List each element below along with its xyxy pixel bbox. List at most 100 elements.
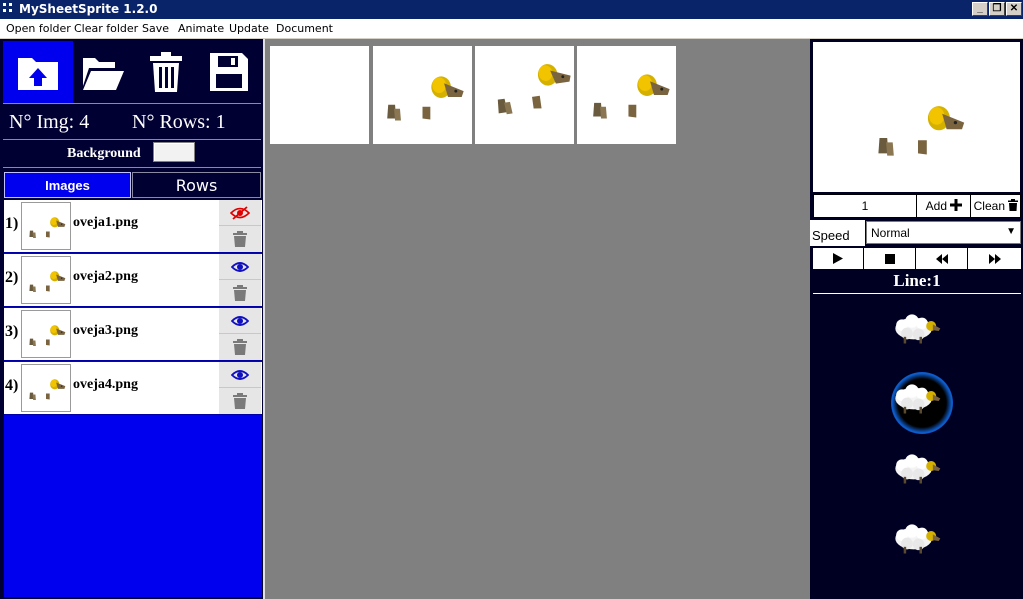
next-button[interactable]: [969, 248, 1020, 269]
upload-button[interactable]: [3, 41, 73, 103]
frame-controls: 1 Add Clean: [813, 194, 1021, 218]
left-panel: N° Img: 4 N° Rows: 1 Background Images R…: [0, 39, 265, 599]
menu-clear-folder[interactable]: Clear folder: [74, 22, 138, 35]
list-item[interactable]: 3) oveja3.png: [4, 308, 262, 361]
stop-button[interactable]: [865, 248, 916, 269]
plus-icon: [950, 199, 963, 211]
list-item[interactable]: 2) oveja2.png: [4, 254, 262, 307]
eye-icon: [231, 369, 249, 380]
item-thumbnail: [21, 202, 71, 250]
speed-row: Speed Normal ▼: [810, 220, 1023, 246]
divider: [3, 167, 261, 168]
add-label: Add: [925, 199, 947, 213]
title-bar: MySheetSprite 1.2.0 _ ❐ ✕: [0, 0, 1023, 19]
trash-icon: [233, 231, 247, 247]
restore-button[interactable]: ❐: [989, 2, 1005, 16]
sprite-sheet-canvas[interactable]: [265, 39, 810, 599]
line-label: Line:1: [893, 271, 941, 290]
add-button[interactable]: Add: [918, 195, 971, 217]
background-color-picker[interactable]: [153, 142, 195, 162]
close-button[interactable]: ✕: [1006, 2, 1022, 16]
visibility-toggle[interactable]: [219, 362, 261, 388]
eye-icon: [231, 315, 249, 326]
item-actions: [219, 308, 261, 360]
tab-rows[interactable]: Rows: [132, 172, 261, 198]
trash-icon: [233, 393, 247, 409]
sheet-frame[interactable]: [475, 46, 574, 144]
sheet-frame[interactable]: [373, 46, 472, 144]
speed-label: Speed: [810, 220, 865, 246]
row-count: N° Rows: 1: [132, 111, 226, 133]
eye-icon: [231, 261, 249, 272]
item-filename: oveja4.png: [73, 377, 138, 392]
visibility-toggle[interactable]: [219, 200, 261, 226]
clean-button[interactable]: Clean: [972, 195, 1020, 217]
animation-option-3[interactable]: [892, 450, 942, 487]
trash-icon: [150, 52, 182, 92]
divider: [813, 293, 1021, 294]
item-number: 4): [5, 377, 19, 394]
item-thumbnail: [21, 364, 71, 412]
menu-open-folder[interactable]: Open folder: [6, 22, 71, 35]
menu-save[interactable]: Save: [142, 22, 169, 35]
item-thumbnail: [21, 256, 71, 304]
item-number: 1): [5, 215, 19, 232]
divider: [3, 139, 261, 140]
image-count: N° Img: 4: [9, 111, 90, 133]
eye-hidden-icon: [230, 205, 250, 220]
item-actions: [219, 254, 261, 306]
right-panel: 1 Add Clean Speed Normal ▼ Line:1: [810, 39, 1023, 599]
window-title: MySheetSprite 1.2.0: [19, 2, 158, 16]
frame-number-field[interactable]: 1: [814, 195, 917, 217]
open-folder-icon: [83, 58, 124, 90]
list-item[interactable]: 4) oveja4.png: [4, 362, 262, 415]
trash-icon: [233, 285, 247, 301]
list-item[interactable]: 1) oveja1.png: [4, 200, 262, 253]
menu-update[interactable]: Update: [229, 22, 269, 35]
animation-option-4[interactable]: [892, 520, 942, 557]
visibility-toggle[interactable]: [219, 254, 261, 280]
menu-bar: Open folder Clear folder Save Animate Up…: [0, 19, 1023, 39]
animation-option-2[interactable]: [892, 380, 942, 417]
floppy-disk-icon: [210, 53, 248, 91]
tab-images[interactable]: Images: [4, 172, 131, 198]
item-filename: oveja3.png: [73, 323, 138, 338]
trash-icon: [1008, 199, 1019, 211]
trash-icon: [233, 339, 247, 355]
upload-folder-icon: [18, 58, 58, 90]
save-button[interactable]: [194, 41, 264, 103]
menu-document[interactable]: Document: [276, 22, 333, 35]
divider: [3, 103, 261, 104]
menu-animate[interactable]: Animate: [178, 22, 224, 35]
sheet-frame[interactable]: [270, 46, 369, 144]
animation-option-1[interactable]: [892, 310, 942, 347]
item-filename: oveja1.png: [73, 215, 138, 230]
minimize-button[interactable]: _: [972, 2, 988, 16]
animation-preview: [813, 42, 1020, 192]
speed-select[interactable]: Normal ▼: [866, 221, 1021, 244]
app-icon: [3, 3, 16, 16]
clean-label: Clean: [973, 199, 1005, 213]
item-actions: [219, 200, 261, 252]
item-number: 3): [5, 323, 19, 340]
delete-item-button[interactable]: [219, 388, 261, 414]
dropdown-arrow-icon: ▼: [1006, 226, 1016, 237]
delete-item-button[interactable]: [219, 280, 261, 306]
previous-button[interactable]: [917, 248, 968, 269]
delete-item-button[interactable]: [219, 226, 261, 252]
item-thumbnail: [21, 310, 71, 358]
sheet-frame[interactable]: [577, 46, 676, 144]
playback-controls: [813, 248, 1021, 269]
background-label: Background: [67, 146, 141, 161]
open-folder-button[interactable]: [68, 41, 138, 103]
rewind-icon: [936, 253, 948, 264]
stop-icon: [885, 253, 895, 264]
delete-item-button[interactable]: [219, 334, 261, 360]
image-list: 1) oveja1.png 2) oveja2.png 3) oveja3.pn…: [4, 200, 262, 597]
visibility-toggle[interactable]: [219, 308, 261, 334]
play-icon: [833, 253, 843, 264]
delete-all-button[interactable]: [131, 41, 201, 103]
play-button[interactable]: [813, 248, 864, 269]
item-number: 2): [5, 269, 19, 286]
speed-value: Normal: [871, 226, 910, 240]
